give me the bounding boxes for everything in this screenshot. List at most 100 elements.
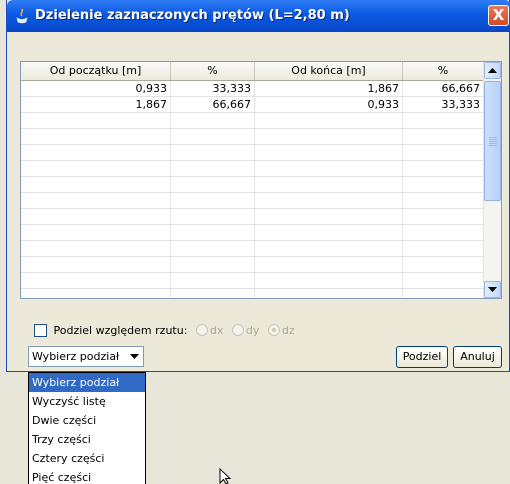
empty-cell[interactable] [171,129,255,145]
title-bar[interactable]: Dzielenie zaznaczonych prętów (L=2,80 m)… [7,0,510,32]
cell-from-end[interactable]: 1,867 [255,81,403,97]
empty-cell[interactable] [255,145,403,161]
vertical-scrollbar[interactable] [483,62,501,298]
empty-cell[interactable] [255,241,403,257]
radio-dy[interactable] [231,324,244,336]
dropdown-item[interactable]: Trzy części [29,430,145,449]
table-row[interactable]: 1,867 66,667 0,933 33,333 [21,97,483,113]
table-row[interactable] [21,289,483,298]
empty-cell[interactable] [171,113,255,129]
division-select[interactable]: Wybierz podział [28,346,144,367]
table-row[interactable] [21,273,483,289]
dropdown-item[interactable]: Cztery części [29,449,145,468]
cell-percent-end[interactable]: 66,667 [403,81,483,97]
empty-cell[interactable] [255,289,403,298]
empty-cell[interactable] [403,193,483,209]
empty-cell[interactable] [21,225,171,241]
empty-cell[interactable] [403,209,483,225]
table-row[interactable] [21,145,483,161]
empty-cell[interactable] [403,161,483,177]
empty-cell[interactable] [21,257,171,273]
column-header-from-start[interactable]: Od początku [m] [21,62,171,80]
empty-cell[interactable] [255,225,403,241]
empty-cell[interactable] [403,257,483,273]
arrow-up-icon [488,68,497,73]
divide-button[interactable]: Podziel [396,346,448,368]
scroll-up-button[interactable] [484,62,501,79]
table-header: Od początku [m] % Od końca [m] % [21,62,483,81]
cell-from-start[interactable]: 1,867 [21,97,171,113]
empty-cell[interactable] [403,129,483,145]
empty-cell[interactable] [21,193,171,209]
empty-cell[interactable] [21,273,171,289]
empty-cell[interactable] [21,209,171,225]
empty-cell[interactable] [255,257,403,273]
empty-cell[interactable] [403,289,483,298]
cell-percent-start[interactable]: 66,667 [171,97,255,113]
empty-cell[interactable] [403,113,483,129]
table-row[interactable] [21,193,483,209]
empty-cell[interactable] [21,145,171,161]
empty-cell[interactable] [171,177,255,193]
empty-cell[interactable] [255,193,403,209]
empty-cell[interactable] [171,161,255,177]
radio-dz[interactable] [267,324,280,336]
empty-cell[interactable] [21,241,171,257]
table-row[interactable]: 0,933 33,333 1,867 66,667 [21,81,483,97]
empty-cell[interactable] [403,241,483,257]
dropdown-item[interactable]: Dwie części [29,411,145,430]
scroll-thumb[interactable] [484,81,501,201]
cell-percent-start[interactable]: 33,333 [171,81,255,97]
empty-cell[interactable] [21,177,171,193]
empty-cell[interactable] [255,273,403,289]
empty-cell[interactable] [171,193,255,209]
empty-cell[interactable] [171,273,255,289]
table-row[interactable] [21,225,483,241]
empty-cell[interactable] [171,225,255,241]
table-row[interactable] [21,177,483,193]
empty-cell[interactable] [21,129,171,145]
empty-cell[interactable] [255,177,403,193]
table-row[interactable] [21,241,483,257]
cell-from-start[interactable]: 0,933 [21,81,171,97]
empty-cell[interactable] [255,209,403,225]
empty-cell[interactable] [403,177,483,193]
cancel-button[interactable]: Anuluj [453,346,502,368]
division-select-value: Wybierz podział [32,350,120,363]
scroll-down-button[interactable] [484,281,501,298]
empty-cell[interactable] [171,241,255,257]
empty-cell[interactable] [171,145,255,161]
empty-cell[interactable] [171,289,255,298]
mouse-cursor-icon [219,468,232,484]
column-header-percent-end[interactable]: % [403,62,483,80]
empty-cell[interactable] [21,113,171,129]
empty-cell[interactable] [403,145,483,161]
cell-from-end[interactable]: 0,933 [255,97,403,113]
empty-cell[interactable] [255,113,403,129]
divide-by-projection-checkbox[interactable] [34,323,47,337]
table-row[interactable] [21,209,483,225]
arrow-down-icon [488,287,497,292]
empty-cell[interactable] [21,289,171,298]
empty-cell[interactable] [403,273,483,289]
dropdown-item[interactable]: Wybierz podział [29,373,145,392]
empty-cell[interactable] [255,161,403,177]
close-button[interactable]: X [488,5,509,26]
dropdown-item[interactable]: Pięć części [29,468,145,484]
empty-cell[interactable] [255,129,403,145]
column-header-from-end[interactable]: Od końca [m] [255,62,403,80]
table-row[interactable] [21,113,483,129]
radio-dx-label: dx [209,323,224,337]
empty-cell[interactable] [171,209,255,225]
cell-percent-end[interactable]: 33,333 [403,97,483,113]
column-header-percent-start[interactable]: % [171,62,255,80]
empty-cell[interactable] [171,257,255,273]
table-row[interactable] [21,129,483,145]
table-row[interactable] [21,161,483,177]
empty-cell[interactable] [21,161,171,177]
radio-dx[interactable] [195,324,208,336]
dropdown-item[interactable]: Wyczyść listę [29,392,145,411]
division-dropdown-list[interactable]: Wybierz podział Wyczyść listę Dwie częśc… [28,372,146,484]
table-row[interactable] [21,257,483,273]
empty-cell[interactable] [403,225,483,241]
